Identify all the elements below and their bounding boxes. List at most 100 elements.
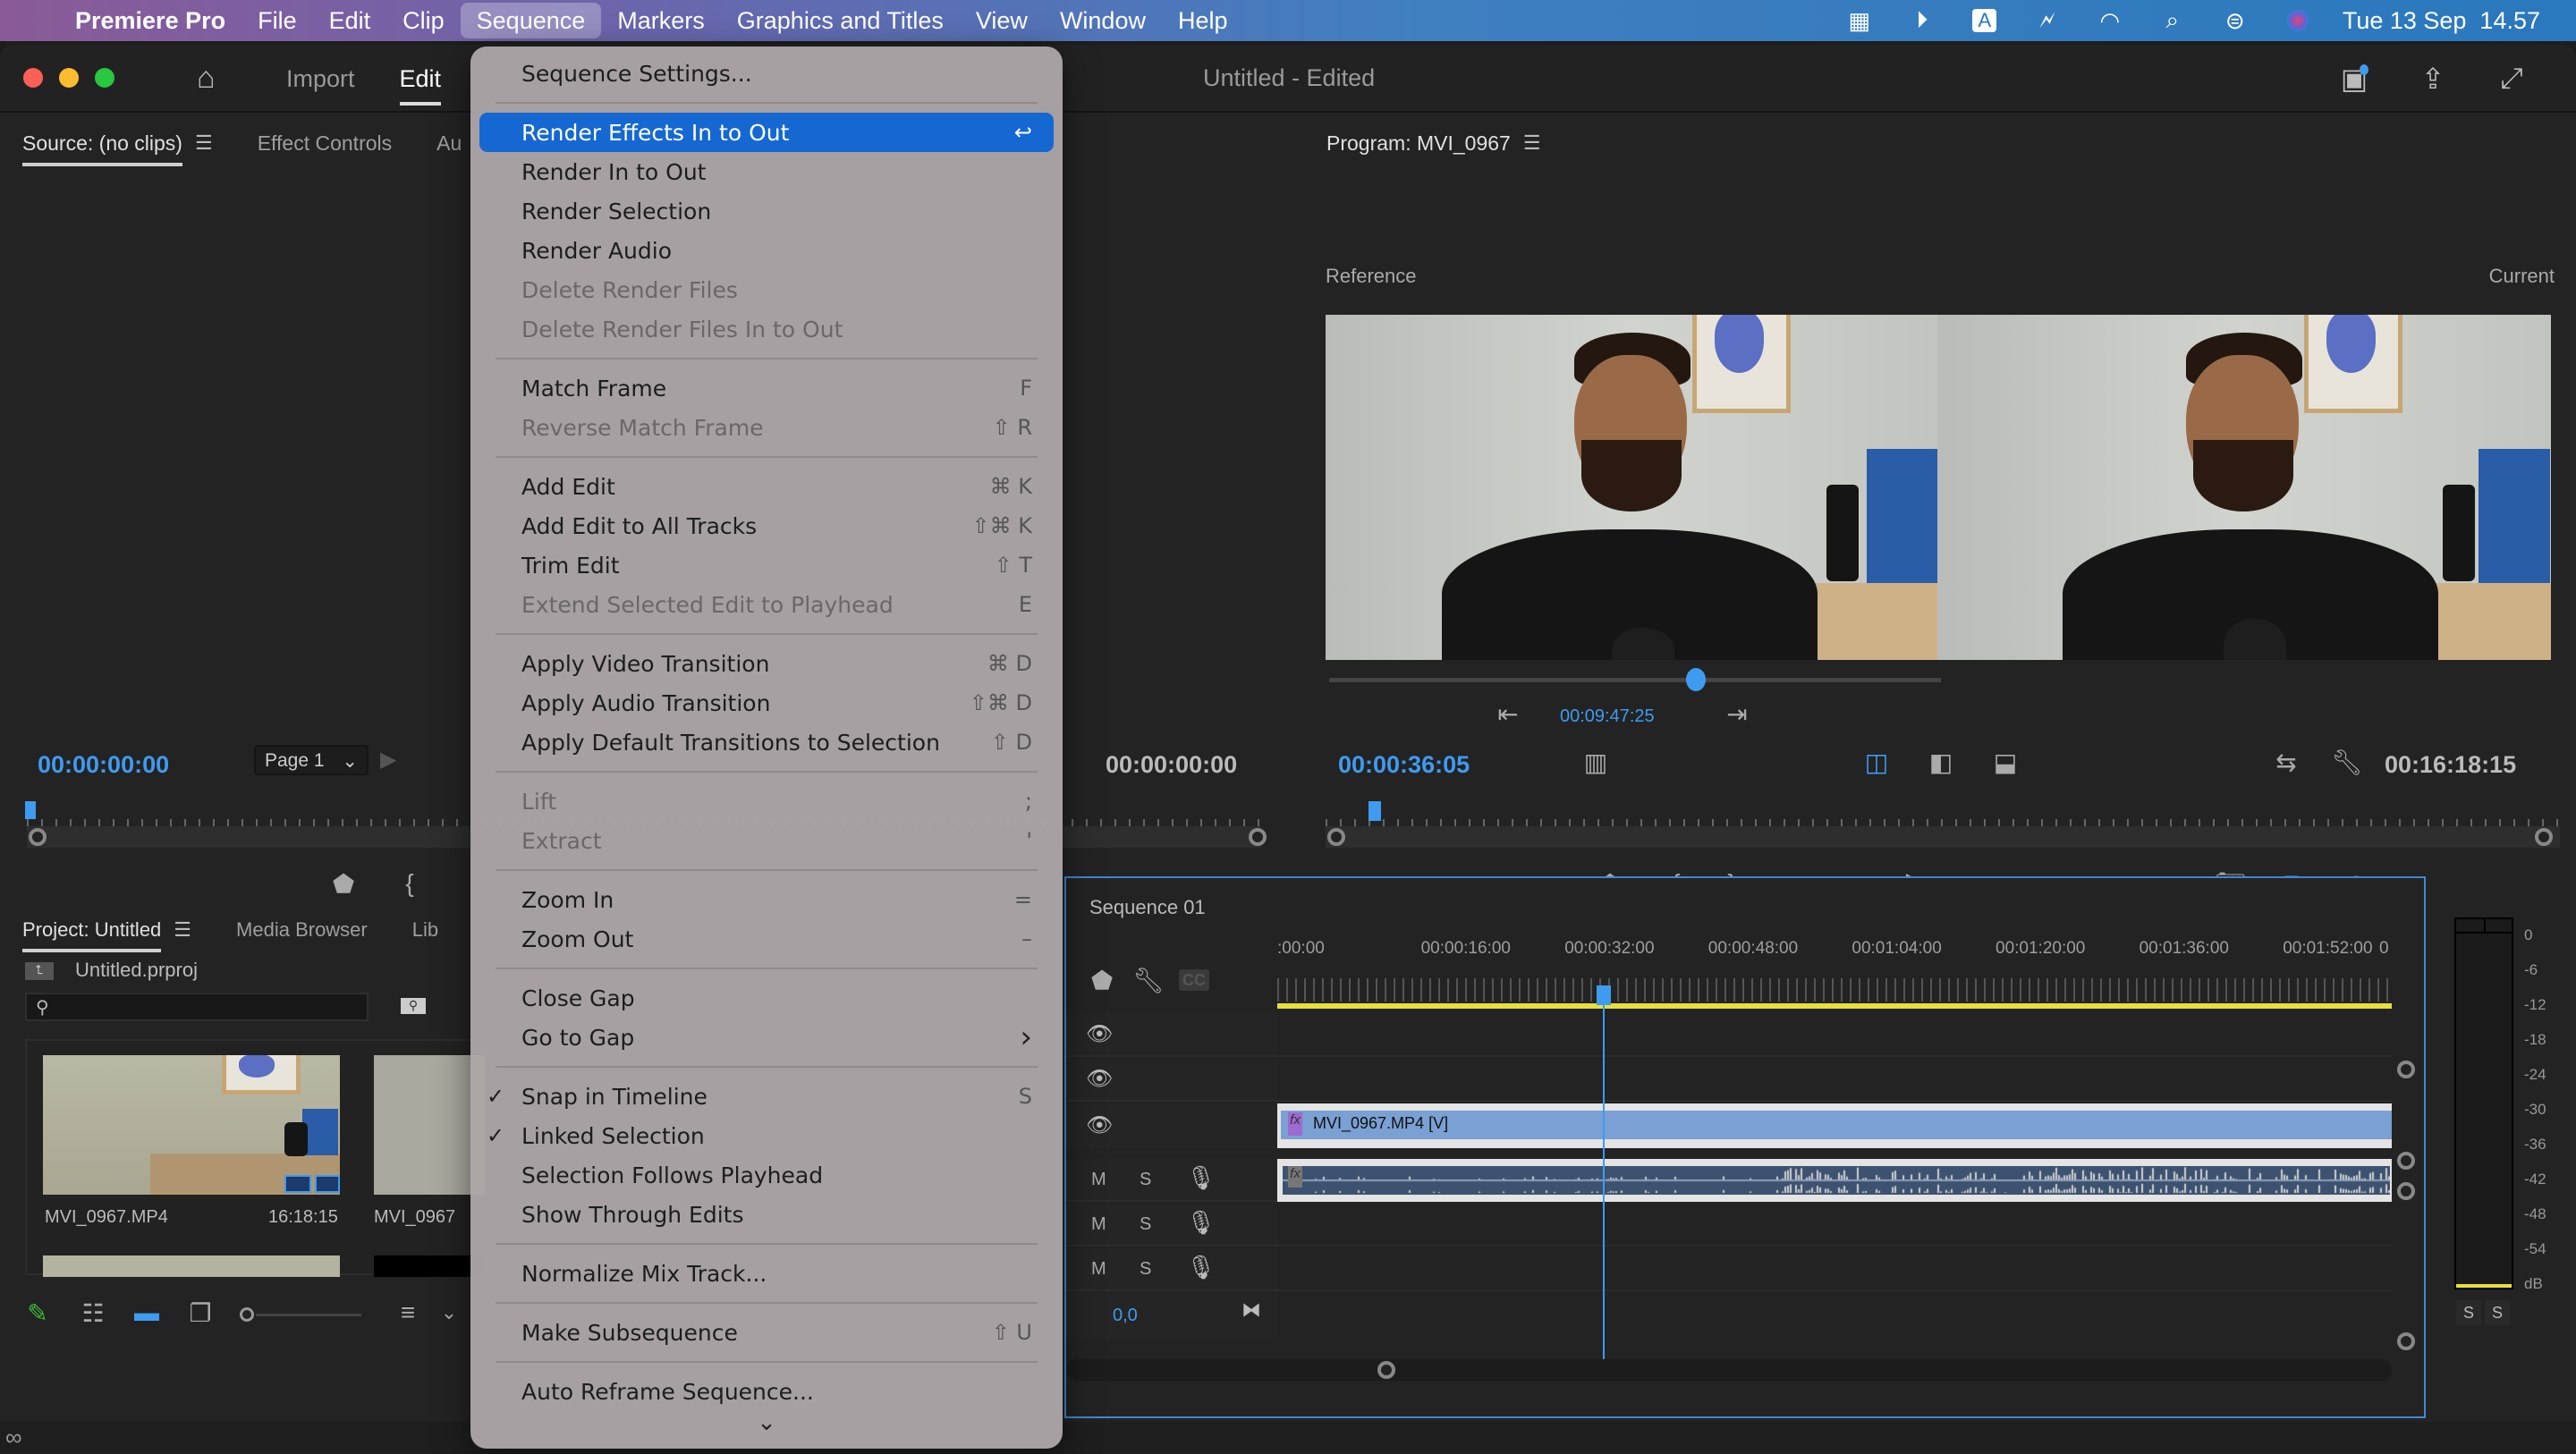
tab-media-browser[interactable]: Media Browser <box>214 903 390 957</box>
find-bin-icon[interactable]: ⚲ <box>401 998 426 1014</box>
menu-item-selection-follows-playhead[interactable]: Selection Follows Playhead <box>479 1155 1054 1195</box>
menu-item-go-to-gap[interactable]: Go to Gap › <box>479 1018 1054 1057</box>
program-timecode[interactable]: 00:00:36:05 <box>1338 751 1470 779</box>
close-window-button[interactable] <box>23 68 43 88</box>
tab-program[interactable]: Program: MVI_0967 ☰ <box>1304 116 1563 170</box>
zoom-slider-thumb[interactable] <box>240 1307 254 1322</box>
timeline-playhead-line[interactable] <box>1602 1002 1605 1359</box>
menu-item-add-edit-to-all-tracks[interactable]: Add Edit to All Tracks ⇧⌘ K <box>479 506 1054 545</box>
horizontal-split-icon[interactable]: ⬓ <box>1987 744 2023 780</box>
menu-item-zoom-out[interactable]: Zoom Out – <box>479 919 1054 959</box>
comparison-frame-icon[interactable]: ▥ <box>1578 744 1614 780</box>
vertical-scroll-knob[interactable] <box>2397 1182 2415 1200</box>
pencil-icon[interactable]: ✎ <box>20 1295 55 1331</box>
mute-button[interactable]: M <box>1091 1259 1106 1280</box>
source-playhead[interactable] <box>25 801 36 819</box>
clip-name-2[interactable]: MVI_0967 <box>374 1207 455 1228</box>
program-zoom-scrollbar[interactable] <box>1326 826 2560 848</box>
source-zoom-knob-right[interactable] <box>1249 828 1267 846</box>
clip-name[interactable]: MVI_0967.MP4 <box>45 1207 168 1228</box>
program-zoom-knob-right[interactable] <box>2535 828 2553 846</box>
toggle-track-output-eye-icon[interactable]: 👁︎ <box>1086 1066 1113 1092</box>
creative-cloud-icon[interactable]: ∞ <box>5 1424 22 1451</box>
solo-button[interactable]: S <box>1140 1170 1151 1190</box>
menu-item-apply-default-transitions-to-selection[interactable]: Apply Default Transitions to Selection ⇧ … <box>479 723 1054 762</box>
settings-wrench-icon[interactable]: 🔧︎ <box>2329 744 2365 780</box>
clock[interactable]: Tue 13 Sep 14.57 <box>2343 7 2540 35</box>
video-clip[interactable]: fx MVI_0967.MP4 [V] <box>1277 1103 2392 1148</box>
menu-item-render-audio[interactable]: Render Audio <box>479 231 1054 270</box>
timeline-ruler[interactable]: :00:00 00:00:16:00 00:00:32:00 00:00:48:00 0… <box>1277 932 2392 1009</box>
menu-item-snap-in-timeline[interactable]: ✓ Snap in Timeline S <box>479 1077 1054 1116</box>
work-area-bar[interactable] <box>1277 1003 2392 1009</box>
menu-item-apply-video-transition[interactable]: Apply Video Transition ⌘ D <box>479 644 1054 683</box>
source-timecode[interactable]: 00:00:00:00 <box>38 751 169 779</box>
tab-project[interactable]: Project: Untitled ☰ <box>0 903 214 957</box>
swap-sides-icon[interactable]: ⇆ <box>2268 744 2304 780</box>
spotlight-search-icon[interactable]: ⌕ <box>2155 6 2190 34</box>
source-zoom-knob-left[interactable] <box>29 828 47 846</box>
previous-edit-icon[interactable]: ⇤ <box>1490 696 1526 731</box>
clip-thumbnail[interactable] <box>43 1055 340 1195</box>
control-center-icon[interactable]: ⊜ <box>2217 7 2253 34</box>
menu-item-sequence-settings[interactable]: Sequence Settings... <box>479 54 1054 93</box>
panel-menu-icon[interactable]: ☰ <box>195 131 213 155</box>
menu-item-render-in-to-out[interactable]: Render In to Out <box>479 152 1054 191</box>
menu-sequence[interactable]: Sequence <box>460 3 602 38</box>
menu-item-linked-selection[interactable]: ✓ Linked Selection <box>479 1116 1054 1155</box>
menu-item-normalize-mix-track[interactable]: Normalize Mix Track... <box>479 1254 1054 1293</box>
voiceover-mic-icon[interactable]: 🎙︎ <box>1186 1254 1216 1281</box>
tab-import[interactable]: Import <box>286 65 355 93</box>
toggle-track-output-eye-icon[interactable]: 👁︎ <box>1086 1112 1113 1138</box>
tab-libraries[interactable]: Lib <box>390 903 461 957</box>
menu-clip[interactable]: Clip <box>386 3 461 38</box>
compare-timecode[interactable]: 00:09:47:25 <box>1560 706 1655 727</box>
menu-app-name[interactable]: Premiere Pro <box>59 3 242 38</box>
menu-help[interactable]: Help <box>1162 3 1244 38</box>
add-marker-icon[interactable]: ⬟ <box>1084 962 1120 998</box>
voiceover-mic-icon[interactable]: 🎙︎ <box>1186 1209 1216 1237</box>
fx-badge[interactable]: fx <box>1288 1112 1302 1136</box>
menu-scroll-down-icon[interactable]: ⌄ <box>470 1409 1063 1436</box>
toggle-track-output-eye-icon[interactable]: 👁︎ <box>1086 1021 1113 1047</box>
menu-item-zoom-in[interactable]: Zoom In = <box>479 880 1054 919</box>
horizontal-scroll-knob[interactable] <box>1377 1361 1395 1379</box>
project-search-input[interactable]: ⚲ <box>25 993 369 1021</box>
parent-folder-icon[interactable]: ⮤ <box>25 962 54 980</box>
panel-menu-icon[interactable]: ☰ <box>1523 131 1541 155</box>
freeform-view-icon[interactable]: ❐ <box>182 1295 218 1331</box>
solo-button[interactable]: S <box>1140 1214 1151 1235</box>
mark-in-icon[interactable]: { <box>392 866 428 901</box>
track-a3[interactable] <box>1277 1248 2392 1291</box>
play-arrow-icon[interactable]: ▶ <box>380 747 396 773</box>
icon-view-icon[interactable]: ▬ <box>129 1295 165 1331</box>
minimize-window-button[interactable] <box>59 68 79 88</box>
vertical-split-icon[interactable]: ◧ <box>1923 744 1959 780</box>
menu-file[interactable]: File <box>242 3 313 38</box>
menu-item-render-effects-in-to-out[interactable]: Render Effects In to Out ↩ <box>479 113 1054 152</box>
tab-edit[interactable]: Edit <box>399 65 442 106</box>
solo-left-button[interactable]: S <box>2456 1300 2481 1325</box>
program-playhead[interactable] <box>1368 801 1381 821</box>
menu-window[interactable]: Window <box>1044 3 1162 38</box>
menu-edit[interactable]: Edit <box>313 3 387 38</box>
menu-item-close-gap[interactable]: Close Gap <box>479 978 1054 1018</box>
reference-frame[interactable] <box>1326 315 1937 660</box>
sort-icon[interactable]: ≡ <box>390 1295 426 1331</box>
program-zoom-knob-left[interactable] <box>1327 828 1345 846</box>
mix-fit-icon[interactable]: ⧓ <box>1241 1298 1261 1322</box>
timeline-settings-wrench-icon[interactable]: 🔧︎ <box>1131 962 1166 998</box>
quick-export-icon[interactable]: ▣ <box>2336 61 2372 97</box>
menu-item-auto-reframe-sequence[interactable]: Auto Reframe Sequence... <box>479 1372 1054 1411</box>
input-source-icon[interactable]: A <box>1967 7 2003 34</box>
track-v3[interactable] <box>1277 1014 2392 1057</box>
fullscreen-icon[interactable]: ⤢ <box>2494 61 2529 97</box>
battery-charging-icon[interactable]: 🗲 <box>2029 6 2065 34</box>
zoom-slider-track[interactable] <box>256 1314 361 1316</box>
voiceover-mic-icon[interactable]: 🎙︎ <box>1186 1164 1216 1192</box>
menu-markers[interactable]: Markers <box>601 3 721 38</box>
side-by-side-icon[interactable]: ◫ <box>1859 744 1894 780</box>
menu-view[interactable]: View <box>960 3 1044 38</box>
menu-item-trim-edit[interactable]: Trim Edit ⇧ T <box>479 545 1054 585</box>
compare-slider-thumb[interactable] <box>1686 668 1707 691</box>
